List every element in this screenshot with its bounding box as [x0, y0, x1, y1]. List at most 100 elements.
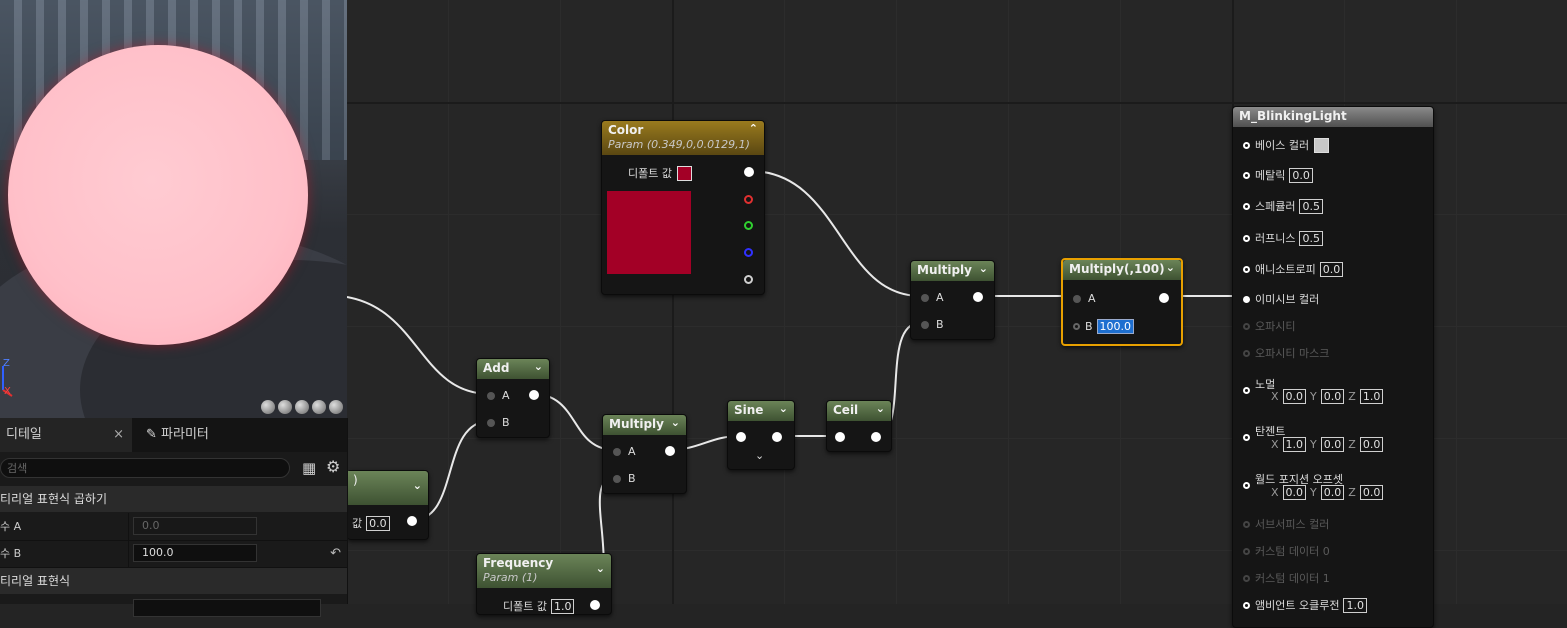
normal-x-input[interactable]: 0.0: [1282, 389, 1307, 404]
tangent-z-input[interactable]: 0.0: [1359, 437, 1384, 452]
default-value-label: 디폴트 값: [628, 167, 672, 180]
collapse-chevron-icon[interactable]: ⌄: [596, 562, 605, 575]
axis-z-label: Z: [3, 358, 10, 369]
frequency-output-pin[interactable]: [590, 600, 600, 610]
frequency-default-input[interactable]: 1.0: [550, 598, 575, 614]
table-view-icon[interactable]: ▦: [302, 459, 316, 477]
color-default-value-row: 디폴트 값: [628, 165, 692, 181]
wpo-y-input[interactable]: 0.0: [1320, 485, 1345, 500]
normal-z-input[interactable]: 1.0: [1359, 389, 1384, 404]
collapse-chevron-icon[interactable]: ⌄: [779, 402, 788, 415]
g-output-pin[interactable]: [744, 221, 753, 230]
multiply3-pin-a[interactable]: A: [1073, 292, 1096, 305]
multiply2-pin-b[interactable]: B: [921, 318, 944, 331]
roughness-input[interactable]: 0.5: [1299, 230, 1323, 246]
expand-chevron-icon[interactable]: ⌄: [755, 449, 764, 462]
multiply1-output-pin[interactable]: [665, 446, 675, 456]
sine-input-pin[interactable]: [736, 432, 746, 442]
tangent-vector-inputs: X 1.0 Y 0.0 Z 0.0: [1271, 437, 1384, 452]
multiply3-output-pin[interactable]: [1159, 293, 1169, 303]
partial-output-pin[interactable]: [407, 516, 417, 526]
wpo-x-input[interactable]: 0.0: [1282, 485, 1307, 500]
multiply2-output-pin[interactable]: [973, 292, 983, 302]
multiply1-pin-b[interactable]: B: [613, 472, 636, 485]
color-param-node[interactable]: Color Param (0.349,0,0.0129,1) ⌃ 디폴트 값: [601, 120, 765, 295]
metallic-input[interactable]: 0.0: [1289, 167, 1313, 183]
multiply1-pin-a[interactable]: A: [613, 445, 636, 458]
material-result-node[interactable]: M_BlinkingLight 베이스 컬러 메탈릭 0.0 스페큘러 0.5 러프…: [1232, 106, 1434, 628]
base-color-swatch[interactable]: [1314, 137, 1330, 153]
partial-input[interactable]: [133, 599, 321, 617]
sine-output-pin[interactable]: [772, 432, 782, 442]
tab-details[interactable]: 디테일 ×: [0, 418, 132, 452]
anisotropy-input[interactable]: 0.0: [1319, 261, 1344, 277]
collapse-chevron-icon[interactable]: ⌃: [749, 122, 758, 135]
multiply2-pin-a[interactable]: A: [921, 291, 944, 304]
collapse-chevron-icon[interactable]: ⌄: [1166, 261, 1175, 274]
collapse-chevron-icon[interactable]: ⌄: [671, 416, 680, 429]
section-multiply-expression[interactable]: 티리얼 표현식 곱하기: [0, 486, 347, 512]
frequency-node-subtitle: Param (1): [483, 571, 538, 584]
add-pin-b[interactable]: B: [487, 416, 510, 429]
wpo-z-input[interactable]: 0.0: [1359, 485, 1384, 500]
const-a-input[interactable]: 0.0: [133, 517, 257, 535]
add-output-pin[interactable]: [529, 390, 539, 400]
partial-default-input[interactable]: 0.0: [366, 515, 390, 531]
normal-vector-inputs: X 0.0 Y 0.0 Z 1.0: [1271, 389, 1384, 404]
close-icon[interactable]: ×: [113, 418, 124, 452]
b-output-pin[interactable]: [744, 248, 753, 257]
sphere-shape-icon[interactable]: [278, 400, 292, 414]
reset-arrow-icon[interactable]: ↶: [330, 540, 341, 567]
pin-emissive-color[interactable]: 이미시브 컬러: [1243, 291, 1319, 307]
frequency-param-node[interactable]: Frequency Param (1) ⌄ 디폴트 값 1.0: [476, 553, 612, 615]
tangent-x-input[interactable]: 1.0: [1282, 437, 1307, 452]
plane-shape-icon[interactable]: [295, 400, 309, 414]
ceil-node[interactable]: Ceil ⌄: [826, 400, 892, 452]
collapse-chevron-icon[interactable]: ⌄: [876, 402, 885, 415]
ceil-input-pin[interactable]: [835, 432, 845, 442]
color-node-header[interactable]: Color Param (0.349,0,0.0129,1) ⌃: [602, 121, 764, 155]
partial-param-node[interactable]: ) ⌄ 값 0.0: [347, 470, 429, 540]
multiply3-b-value-input[interactable]: 100.0: [1096, 319, 1135, 334]
cube-shape-icon[interactable]: [312, 400, 326, 414]
add-pin-a[interactable]: A: [487, 389, 510, 402]
a-output-pin[interactable]: [744, 275, 753, 284]
tangent-y-input[interactable]: 0.0: [1320, 437, 1345, 452]
collapse-chevron-icon[interactable]: ⌄: [979, 262, 988, 275]
frequency-default-row: 디폴트 값 1.0: [503, 598, 575, 614]
cylinder-shape-icon[interactable]: [261, 400, 275, 414]
pin-ambient-occlusion[interactable]: 앰비언트 오클루전 1.0: [1243, 597, 1367, 613]
ao-input[interactable]: 1.0: [1343, 597, 1367, 613]
add-node[interactable]: Add ⌄ A B: [476, 358, 550, 438]
multiply-node-title: Multiply: [917, 263, 972, 277]
section-material-expression[interactable]: 티리얼 표현식: [0, 568, 347, 594]
material-preview-viewport[interactable]: Z X: [0, 0, 347, 418]
collapse-chevron-icon[interactable]: ⌄: [413, 479, 422, 492]
multiply-node-2[interactable]: Multiply ⌄ A B: [910, 260, 995, 340]
multiply-node-3[interactable]: Multiply(,100) ⌄ A B 100.0: [1061, 258, 1183, 346]
add-node-title: Add: [483, 361, 510, 375]
tab-parameters[interactable]: ✎ 파라미터: [132, 418, 215, 452]
pin-base-color[interactable]: 베이스 컬러: [1243, 137, 1330, 153]
gear-icon[interactable]: ⚙: [326, 457, 340, 476]
teapot-shape-icon[interactable]: [329, 400, 343, 414]
pin-roughness[interactable]: 러프니스 0.5: [1243, 230, 1323, 246]
preview-sphere: [8, 45, 308, 345]
multiply-node-1[interactable]: Multiply ⌄ A B: [602, 414, 687, 494]
rgb-output-pin[interactable]: [744, 167, 754, 177]
ceil-output-pin[interactable]: [871, 432, 881, 442]
sine-node[interactable]: Sine ⌄ ⌄: [727, 400, 795, 470]
pin-specular[interactable]: 스페큘러 0.5: [1243, 198, 1323, 214]
normal-y-input[interactable]: 0.0: [1320, 389, 1345, 404]
pin-metallic[interactable]: 메탈릭 0.0: [1243, 167, 1313, 183]
search-input[interactable]: 검색: [0, 458, 290, 478]
multiply3-pin-b[interactable]: B 100.0: [1073, 319, 1135, 334]
r-output-pin[interactable]: [744, 195, 753, 204]
color-swatch[interactable]: [676, 165, 692, 181]
frequency-node-title: Frequency: [483, 556, 554, 570]
collapse-chevron-icon[interactable]: ⌄: [534, 360, 543, 373]
const-b-input[interactable]: 100.0: [133, 544, 257, 562]
pin-anisotropy[interactable]: 애니소트로피 0.0: [1243, 261, 1344, 277]
color-node-title: Color: [608, 123, 644, 137]
specular-input[interactable]: 0.5: [1299, 198, 1323, 214]
